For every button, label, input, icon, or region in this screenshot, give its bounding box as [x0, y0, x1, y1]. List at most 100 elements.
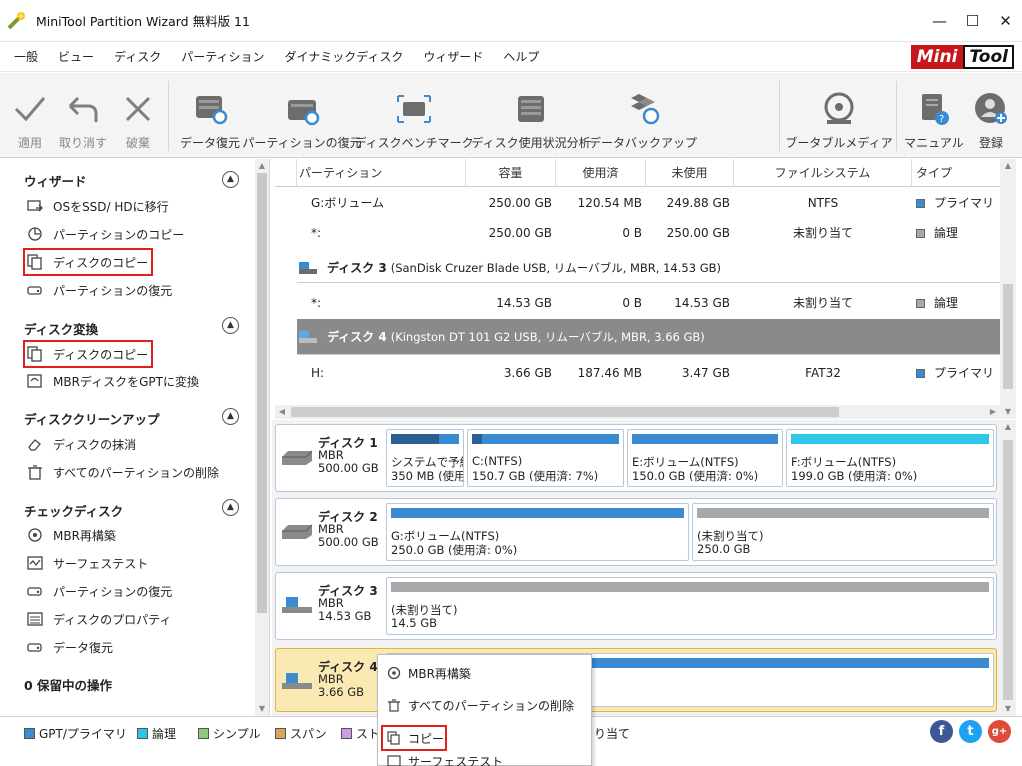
section-title-disk-cleanup: ディスククリーンアップ — [24, 412, 160, 427]
collapse-wizard-icon[interactable]: ▲ — [222, 171, 239, 188]
header-partition[interactable]: パーティション — [297, 159, 466, 187]
cell-unused: 14.53 GB — [674, 296, 730, 310]
partition-block[interactable]: E:ボリューム(NTFS) 150.0 GB (使用済: 0%) — [627, 429, 783, 487]
data-backup-button[interactable]: データバックアップ — [589, 73, 697, 158]
cell-partition: H: — [311, 366, 325, 380]
sidebar-item-mbr-to-gpt[interactable]: MBRディスクをGPTに変換 — [26, 370, 199, 392]
minimize-button[interactable]: — — [923, 0, 956, 42]
disk-card-1[interactable]: ディスク 1 MBR 500.00 GB システムで予約 350 MB (使用 … — [275, 424, 997, 492]
collapse-check-disk-icon[interactable]: ▲ — [222, 499, 239, 516]
disk-header-row-4-selected[interactable]: ディスク 4 (Kingston DT 101 G2 USB, リムーバブル, … — [297, 319, 1000, 355]
minitool-logo: Mini Tool — [910, 45, 1014, 69]
menu-disk[interactable]: ディスク — [104, 48, 171, 65]
sidebar-item-copy-disk[interactable]: ディスクのコピー — [22, 340, 154, 368]
disk-header-row-3[interactable]: ディスク 3 (SanDisk Cruzer Blade USB, リムーバブル… — [297, 253, 1000, 283]
scrollbar-thumb[interactable] — [1003, 440, 1013, 700]
register-button[interactable]: 登録 — [968, 73, 1014, 158]
header-capacity[interactable]: 容量 — [466, 159, 556, 187]
sidebar-scrollbar[interactable]: ▲ ▼ — [255, 159, 269, 716]
twitter-icon[interactable]: t — [959, 720, 982, 743]
partition-block[interactable]: F:ボリューム(NTFS) 199.0 GB (使用済: 0%) — [786, 429, 994, 487]
ctx-rebuild-mbr[interactable]: MBR再構築 — [378, 658, 591, 688]
partition-block[interactable]: (未割り当て) 14.5 GB — [386, 577, 994, 635]
copy-disk-icon — [27, 254, 42, 270]
scrollbar-thumb[interactable] — [291, 407, 839, 417]
cell-capacity: 250.00 GB — [488, 196, 552, 210]
scroll-right-icon[interactable]: ▶ — [986, 405, 1000, 419]
header-type[interactable]: タイプ — [912, 159, 1000, 187]
disk-card-2[interactable]: ディスク 2 MBR 500.00 GB G:ボリューム(NTFS) 250.0… — [275, 498, 997, 566]
apply-button[interactable]: 適用 — [10, 73, 50, 158]
window-title: MiniTool Partition Wizard 無料版 11 — [36, 14, 250, 29]
close-button[interactable]: ✕ — [989, 0, 1022, 42]
sidebar-item-partition-recovery-2[interactable]: パーティションの復元 — [26, 580, 172, 602]
ctx-surface-test[interactable]: サーフェステスト — [378, 753, 591, 766]
manual-button[interactable]: ? マニュアル — [904, 73, 964, 158]
partition-recovery-small-icon — [27, 286, 42, 295]
scroll-down-icon[interactable]: ▼ — [1000, 405, 1016, 419]
cell-filesystem: 未割り当て — [792, 226, 853, 240]
menu-wizard[interactable]: ウィザード — [413, 48, 493, 65]
collapse-disk-convert-icon[interactable]: ▲ — [222, 317, 239, 334]
legend-unallocated: り当て — [594, 727, 631, 741]
space-analyzer-button[interactable]: ディスク使用状況分析 — [471, 73, 591, 158]
scroll-down-icon[interactable]: ▼ — [1000, 702, 1016, 716]
undo-button[interactable]: 取り消す — [58, 73, 108, 158]
google-plus-icon[interactable]: g+ — [988, 720, 1011, 743]
scrollbar-thumb[interactable] — [257, 173, 267, 613]
disk-card-3[interactable]: ディスク 3 MBR 14.53 GB (未割り当て) 14.5 GB — [275, 572, 997, 640]
scroll-down-icon[interactable]: ▼ — [255, 702, 269, 716]
data-recovery-button[interactable]: データ復元 — [178, 73, 242, 158]
menu-partition[interactable]: パーティション — [171, 48, 274, 65]
menu-help[interactable]: ヘルプ — [493, 48, 549, 65]
sidebar-item-partition-recovery[interactable]: パーティションの復元 — [26, 279, 172, 301]
header-filesystem[interactable]: ファイルシステム — [734, 159, 912, 187]
scroll-up-icon[interactable]: ▲ — [1000, 420, 1016, 434]
sidebar-item-wipe-disk[interactable]: ディスクの抹消 — [26, 433, 136, 455]
cell-used: 0 B — [622, 296, 642, 310]
facebook-icon[interactable]: f — [930, 720, 953, 743]
table-row[interactable]: *: 14.53 GB 0 B 14.53 GB 未割り当て 論理 — [275, 288, 1000, 318]
sidebar-item-copy-partition[interactable]: パーティションのコピー — [26, 223, 184, 245]
menu-view[interactable]: ビュー — [48, 48, 104, 65]
header-unused[interactable]: 未使用 — [646, 159, 734, 187]
partition-recovery-button[interactable]: パーティションの復元 — [242, 73, 362, 158]
sidebar-item-data-recovery[interactable]: データ復元 — [26, 636, 113, 658]
legend-stripe: スト — [341, 725, 380, 742]
maximize-button[interactable]: ☐ — [956, 0, 989, 42]
scrollbar-thumb[interactable] — [1003, 284, 1013, 389]
collapse-disk-cleanup-icon[interactable]: ▲ — [222, 408, 239, 425]
partition-recovery-icon — [288, 100, 320, 126]
toolbar-separator — [168, 81, 169, 151]
partition-block[interactable]: G:ボリューム(NTFS) 250.0 GB (使用済: 0%) — [386, 503, 689, 561]
scroll-left-icon[interactable]: ◀ — [275, 405, 289, 419]
partition-block[interactable]: (未割り当て) 250.0 GB — [692, 503, 994, 561]
table-horizontal-scrollbar[interactable]: ◀ ▶ — [275, 405, 1000, 419]
disk-benchmark-button[interactable]: ディスクベンチマーク — [354, 73, 474, 158]
diskmap-scrollbar[interactable]: ▲ ▼ — [1000, 420, 1016, 716]
header-used[interactable]: 使用済 — [556, 159, 646, 187]
discard-button[interactable]: 破棄 — [118, 73, 158, 158]
partition-block[interactable]: システムで予約 350 MB (使用 — [386, 429, 464, 487]
sidebar-item-surface-test[interactable]: サーフェステスト — [26, 552, 148, 574]
table-row[interactable]: H: 3.66 GB 187.46 MB 3.47 GB FAT32 プライマリ — [275, 358, 1000, 388]
cell-capacity: 3.66 GB — [503, 366, 552, 380]
cell-filesystem: 未割り当て — [792, 296, 853, 310]
sidebar-item-migrate-os[interactable]: OSをSSD/ HDに移行 — [26, 195, 169, 217]
sidebar-item-rebuild-mbr[interactable]: MBR再構築 — [26, 524, 116, 546]
sidebar-item-disk-properties[interactable]: ディスクのプロパティ — [26, 608, 171, 630]
scroll-up-icon[interactable]: ▲ — [255, 159, 269, 173]
sidebar-item-copy-disk-wizard[interactable]: ディスクのコピー — [22, 248, 154, 276]
ctx-delete-all-partitions[interactable]: すべてのパーティションの削除 — [378, 690, 591, 720]
partition-block[interactable]: C:(NTFS) 150.7 GB (使用済: 7%) — [467, 429, 624, 487]
sidebar-item-delete-all-partitions[interactable]: すべてのパーティションの削除 — [26, 461, 219, 483]
menu-dynamic-disk[interactable]: ダイナミックディスク — [274, 48, 413, 65]
convert-icon — [27, 374, 42, 388]
bootable-media-icon — [824, 92, 854, 124]
bootable-media-button[interactable]: ブータブルメディア — [785, 73, 893, 158]
table-vertical-scrollbar[interactable]: ▲ ▼ — [1000, 159, 1016, 419]
table-row[interactable]: *: 250.00 GB 0 B 250.00 GB 未割り当て 論理 — [275, 218, 1000, 248]
menu-general[interactable]: 一般 — [0, 48, 48, 65]
scroll-up-icon[interactable]: ▲ — [1000, 159, 1016, 173]
table-row[interactable]: G:ボリューム 250.00 GB 120.54 MB 249.88 GB NT… — [275, 188, 1000, 218]
